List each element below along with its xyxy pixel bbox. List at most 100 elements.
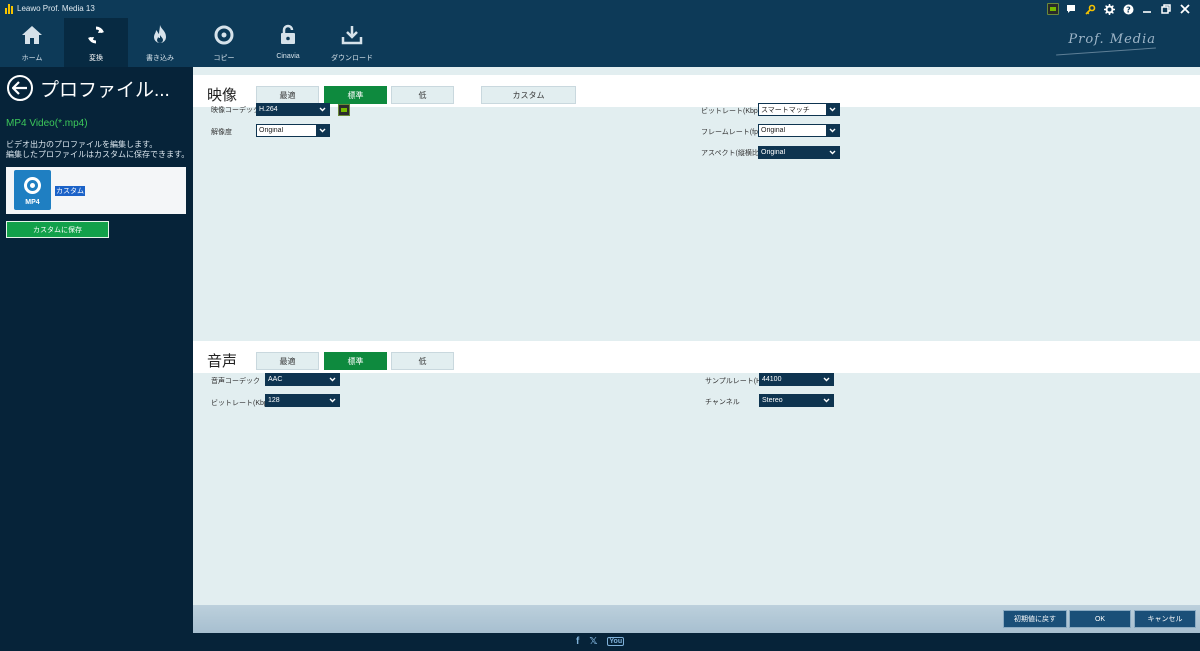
top-bar: Leawo Prof. Media 13 ? ホーム 変換 書き込み コピー C… bbox=[0, 0, 1200, 67]
restore-icon[interactable] bbox=[1159, 2, 1173, 16]
video-codec-select[interactable]: H.264 bbox=[256, 103, 330, 116]
audio-quality-low-button[interactable]: 低 bbox=[391, 352, 454, 370]
gpu-acceleration-icon bbox=[338, 104, 350, 116]
chevron-down-icon bbox=[820, 374, 833, 385]
resolution-value: Original bbox=[259, 127, 284, 134]
main-tabs: ホーム 変換 書き込み コピー Cinavia ダウンロード bbox=[0, 18, 384, 67]
samplerate-select[interactable]: 44100 bbox=[759, 373, 834, 386]
channel-label: チャンネル bbox=[705, 399, 740, 406]
home-icon bbox=[20, 23, 44, 47]
chat-icon[interactable] bbox=[1064, 2, 1078, 16]
download-icon bbox=[340, 23, 364, 47]
resolution-select[interactable]: Original bbox=[256, 124, 330, 137]
profile-editor: 映像 最適 標準 低 カスタム 映像コーデック H.264 解像度 Origin… bbox=[193, 67, 1200, 633]
tab-download[interactable]: ダウンロード bbox=[320, 18, 384, 67]
video-bitrate-value: スマートマッチ bbox=[761, 106, 810, 114]
video-section-header: 映像 最適 標準 低 カスタム bbox=[193, 75, 1200, 107]
title-bar: Leawo Prof. Media 13 ? bbox=[0, 0, 1200, 18]
cancel-button[interactable]: キャンセル bbox=[1134, 610, 1196, 628]
profile-name-field[interactable]: カスタム bbox=[55, 186, 85, 196]
chevron-down-icon bbox=[326, 395, 339, 406]
samplerate-label: サンプルレート(Hz) bbox=[705, 378, 768, 385]
action-bar: 初期値に戻す OK キャンセル bbox=[193, 605, 1200, 633]
tab-download-label: ダウンロード bbox=[331, 55, 373, 62]
social-links: f 𝕏 You bbox=[576, 636, 625, 647]
audio-codec-label: 音声コーデック bbox=[211, 378, 260, 385]
chevron-down-icon bbox=[826, 125, 839, 136]
resolution-label: 解像度 bbox=[211, 129, 232, 136]
back-arrow-icon bbox=[12, 81, 27, 95]
tab-home[interactable]: ホーム bbox=[0, 18, 64, 67]
audio-bitrate-value: 128 bbox=[268, 397, 280, 404]
gear-icon[interactable] bbox=[1102, 2, 1116, 16]
tab-copy[interactable]: コピー bbox=[192, 18, 256, 67]
video-quality-custom-button[interactable]: カスタム bbox=[481, 86, 576, 104]
app-title: Leawo Prof. Media 13 bbox=[17, 4, 95, 13]
chevron-down-icon bbox=[316, 125, 329, 136]
chevron-down-icon bbox=[820, 395, 833, 406]
chevron-down-icon bbox=[316, 104, 329, 115]
audio-codec-value: AAC bbox=[268, 376, 283, 383]
aspect-value: Original bbox=[761, 149, 786, 156]
video-bitrate-label: ビットレート(Kbps) bbox=[701, 108, 764, 115]
video-quality-standard-button[interactable]: 標準 bbox=[324, 86, 387, 104]
tab-home-label: ホーム bbox=[21, 55, 43, 62]
facebook-icon[interactable]: f bbox=[576, 636, 579, 647]
tab-burn[interactable]: 書き込み bbox=[128, 18, 192, 67]
burn-icon bbox=[148, 23, 172, 47]
channel-value: Stereo bbox=[762, 397, 783, 404]
framerate-select[interactable]: Original bbox=[758, 124, 840, 137]
copy-icon bbox=[212, 23, 236, 47]
profile-sidebar: プロファイル... MP4 Video(*.mp4) ビデオ出力のプロファイルを… bbox=[0, 67, 193, 633]
convert-icon bbox=[84, 23, 108, 47]
window-controls: ? bbox=[1047, 2, 1192, 16]
tab-convert-label: 変換 bbox=[89, 55, 103, 62]
video-quality-low-button[interactable]: 低 bbox=[391, 86, 454, 104]
tab-cinavia-label: Cinavia bbox=[276, 53, 300, 60]
channel-select[interactable]: Stereo bbox=[759, 394, 834, 407]
unlock-icon bbox=[276, 23, 300, 47]
audio-quality-best-button[interactable]: 最適 bbox=[256, 352, 319, 370]
tab-cinavia[interactable]: Cinavia bbox=[256, 18, 320, 67]
film-reel-icon bbox=[24, 177, 41, 194]
audio-codec-select[interactable]: AAC bbox=[265, 373, 340, 386]
video-bitrate-select[interactable]: スマートマッチ bbox=[758, 103, 840, 116]
mp4-badge: MP4 bbox=[25, 199, 40, 206]
audio-section-header: 音声 最適 標準 低 bbox=[193, 341, 1200, 373]
tab-copy-label: コピー bbox=[213, 55, 235, 62]
footer-bar: f 𝕏 You bbox=[0, 633, 1200, 651]
x-twitter-icon[interactable]: 𝕏 bbox=[589, 636, 597, 647]
audio-bitrate-select[interactable]: 128 bbox=[265, 394, 340, 407]
minimize-icon[interactable] bbox=[1140, 2, 1154, 16]
chevron-down-icon bbox=[826, 104, 839, 115]
audio-quality-standard-button[interactable]: 標準 bbox=[324, 352, 387, 370]
help-icon[interactable]: ? bbox=[1121, 2, 1135, 16]
reset-defaults-button[interactable]: 初期値に戻す bbox=[1003, 610, 1067, 628]
page-title: プロファイル... bbox=[40, 80, 170, 101]
audio-section-title: 音声 bbox=[207, 353, 238, 370]
profile-card[interactable]: MP4 カスタム bbox=[6, 167, 186, 214]
app-logo-icon bbox=[5, 4, 13, 14]
video-codec-value: H.264 bbox=[259, 106, 278, 113]
tab-convert[interactable]: 変換 bbox=[64, 18, 128, 67]
brand-underline bbox=[1056, 47, 1156, 56]
aspect-select[interactable]: Original bbox=[758, 146, 840, 159]
back-button[interactable] bbox=[7, 75, 33, 101]
tab-burn-label: 書き込み bbox=[146, 55, 174, 62]
save-custom-button[interactable]: カスタムに保存 bbox=[6, 221, 109, 238]
format-name: MP4 Video(*.mp4) bbox=[6, 118, 88, 129]
youtube-icon[interactable]: You bbox=[607, 637, 625, 646]
aspect-label: アスペクト(縦横比) bbox=[701, 150, 762, 157]
video-quality-best-button[interactable]: 最適 bbox=[256, 86, 319, 104]
profile-description: ビデオ出力のプロファイルを編集します。 編集したプロファイルはカスタムに保存でき… bbox=[6, 140, 190, 159]
mp4-file-icon: MP4 bbox=[14, 170, 51, 210]
samplerate-value: 44100 bbox=[762, 376, 782, 383]
key-icon[interactable] bbox=[1083, 2, 1097, 16]
chevron-down-icon bbox=[826, 147, 839, 158]
ok-button[interactable]: OK bbox=[1069, 610, 1131, 628]
brand-logo: Prof. Media bbox=[1068, 32, 1156, 47]
gpu-icon[interactable] bbox=[1047, 3, 1059, 15]
video-section-title: 映像 bbox=[207, 87, 238, 104]
chevron-down-icon bbox=[326, 374, 339, 385]
close-icon[interactable] bbox=[1178, 2, 1192, 16]
